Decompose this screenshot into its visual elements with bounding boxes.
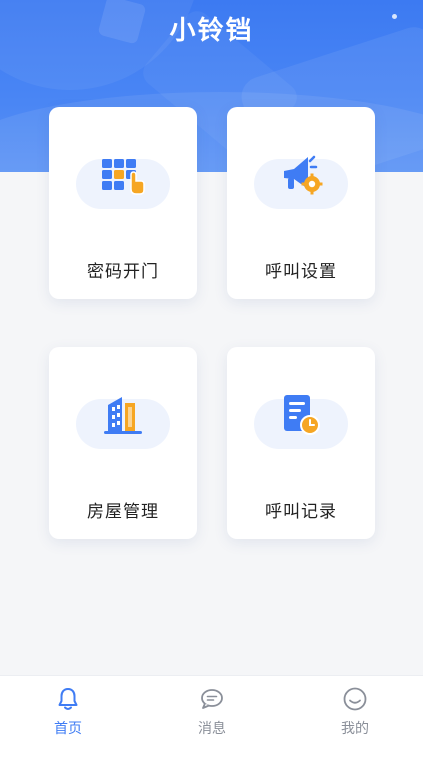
card-label: 呼叫设置 <box>265 262 337 282</box>
card-call-settings[interactable]: 呼叫设置 <box>227 107 375 299</box>
keypad-icon <box>102 159 145 195</box>
card-house-management[interactable]: 房屋管理 <box>49 347 197 539</box>
card-password-open-door[interactable]: 密码开门 <box>49 107 197 299</box>
app-title: 小铃铛 <box>169 16 254 46</box>
tab-profile[interactable]: 我的 <box>315 686 395 738</box>
bell-icon <box>58 688 78 710</box>
bottom-tab-bar: 首页 消息 我的 <box>0 675 423 770</box>
chat-bubble-icon <box>201 689 223 709</box>
tab-profile-label: 我的 <box>341 721 369 737</box>
card-label: 密码开门 <box>87 262 159 282</box>
document-clock-icon <box>284 395 320 435</box>
card-call-records[interactable]: 呼叫记录 <box>227 347 375 539</box>
megaphone-settings-icon <box>284 155 323 195</box>
tab-messages-label: 消息 <box>198 721 226 737</box>
building-icon <box>104 397 142 434</box>
card-label: 呼叫记录 <box>265 502 337 522</box>
app-root: 小铃铛 密码开门 呼叫设置 房屋管理 呼叫记录 首页 消息 我的 <box>0 0 423 770</box>
tab-home-label: 首页 <box>54 721 82 737</box>
tab-home[interactable]: 首页 <box>28 686 108 738</box>
smiley-face-icon <box>343 687 367 711</box>
card-label: 房屋管理 <box>87 502 159 522</box>
tab-messages[interactable]: 消息 <box>172 686 252 738</box>
